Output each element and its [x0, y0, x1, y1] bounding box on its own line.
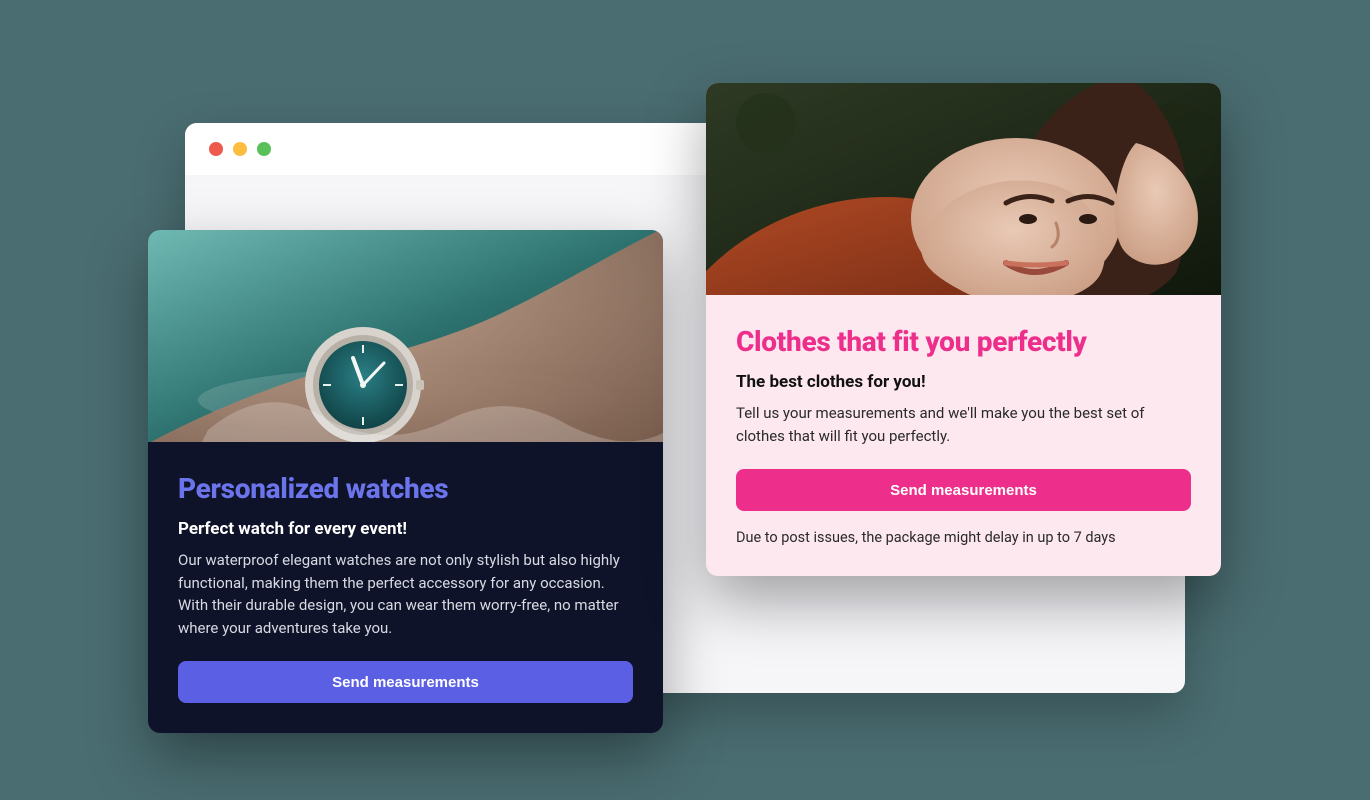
card-clothes-title: Clothes that fit you perfectly [736, 325, 1191, 358]
send-measurements-button[interactable]: Send measurements [178, 661, 633, 703]
person-image-icon [706, 83, 1221, 295]
card-watches: Personalized watches Perfect watch for e… [148, 230, 663, 733]
card-clothes-note: Due to post issues, the package might de… [736, 529, 1191, 546]
watch-image-icon [148, 230, 663, 442]
card-clothes-image [706, 83, 1221, 295]
card-watches-description: Our waterproof elegant watches are not o… [178, 549, 633, 639]
card-clothes-subtitle: The best clothes for you! [736, 372, 1191, 392]
window-maximize-icon[interactable] [257, 142, 271, 156]
card-clothes-body: Clothes that fit you perfectly The best … [706, 295, 1221, 576]
card-watches-body: Personalized watches Perfect watch for e… [148, 442, 663, 733]
send-measurements-button[interactable]: Send measurements [736, 469, 1191, 511]
card-watches-title: Personalized watches [178, 472, 633, 505]
window-close-icon[interactable] [209, 142, 223, 156]
window-minimize-icon[interactable] [233, 142, 247, 156]
card-clothes-description: Tell us your measurements and we'll make… [736, 402, 1191, 447]
card-clothes: Clothes that fit you perfectly The best … [706, 83, 1221, 576]
card-watches-image [148, 230, 663, 442]
card-watches-subtitle: Perfect watch for every event! [178, 519, 633, 539]
